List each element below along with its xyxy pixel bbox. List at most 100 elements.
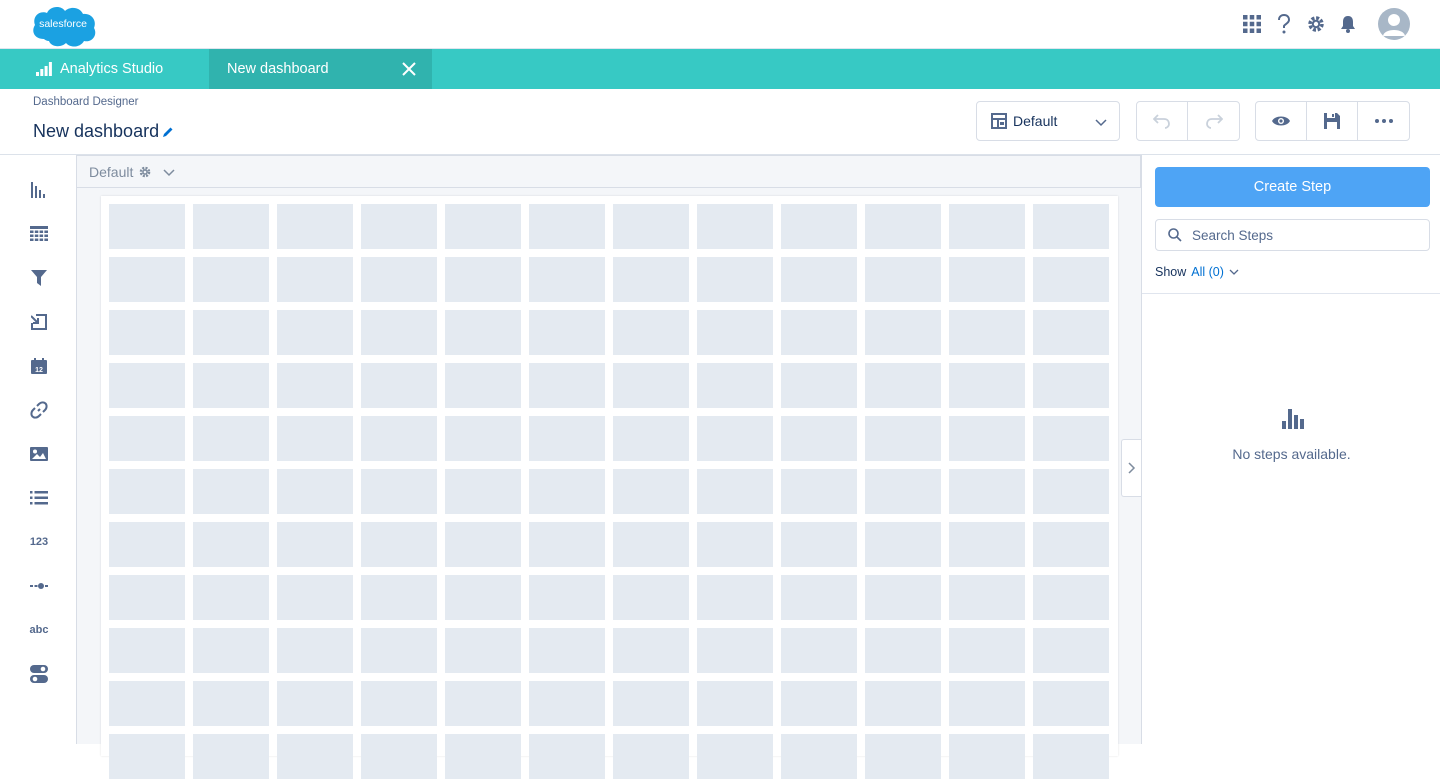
collapse-panel-tab[interactable] (1121, 439, 1141, 497)
grid-cell (1033, 416, 1109, 461)
grid-cell (361, 734, 437, 779)
grid-cell (949, 469, 1025, 514)
grid-cell (529, 310, 605, 355)
more-actions-button[interactable] (1358, 102, 1409, 140)
app-launcher-icon[interactable] (1236, 8, 1268, 40)
more-icon (1374, 119, 1393, 123)
grid-cell (1033, 734, 1109, 779)
grid-cell (613, 575, 689, 620)
chevron-down-icon[interactable] (1229, 267, 1239, 277)
grid-cell (613, 522, 689, 567)
grid-cell (193, 363, 269, 408)
chevron-down-icon[interactable] (163, 166, 175, 178)
save-button[interactable] (1307, 102, 1358, 140)
grid-cell (193, 681, 269, 726)
grid-cell (361, 204, 437, 249)
grid-cell (949, 522, 1025, 567)
calendar-icon: 12 (31, 358, 47, 374)
grid-cell (109, 734, 185, 779)
image-widget[interactable] (24, 439, 54, 469)
grid-cell (865, 204, 941, 249)
setup-gear-icon[interactable] (1300, 8, 1332, 40)
grid-cell (613, 204, 689, 249)
list-selector-icon (31, 314, 47, 330)
user-avatar-icon[interactable] (1378, 8, 1410, 40)
edit-title-icon[interactable] (162, 126, 174, 138)
grid-cell (1033, 469, 1109, 514)
grid-cell (697, 204, 773, 249)
save-icon (1324, 113, 1340, 129)
grid-cell (109, 628, 185, 673)
chart-widget[interactable] (24, 175, 54, 205)
close-tab-icon[interactable] (402, 62, 416, 76)
grid-cell (1033, 310, 1109, 355)
layout-select-value: Default (1013, 113, 1058, 129)
number-widget[interactable]: 123 (24, 527, 54, 557)
list-icon (30, 491, 48, 505)
grid-cell (1033, 681, 1109, 726)
grid-cell (697, 628, 773, 673)
salesforce-logo[interactable]: salesforce (30, 3, 98, 49)
toggle-widget[interactable] (24, 307, 54, 337)
grid-cell (781, 681, 857, 726)
grid-cell (445, 575, 521, 620)
grid-cell (781, 310, 857, 355)
analytics-bars-icon (36, 62, 52, 76)
date-widget[interactable]: 12 (24, 351, 54, 381)
grid-cell (865, 681, 941, 726)
grid-cell (445, 628, 521, 673)
grid-cell (781, 628, 857, 673)
grid-cell (529, 681, 605, 726)
redo-button[interactable] (1188, 102, 1239, 140)
show-filter-value[interactable]: All (0) (1191, 265, 1224, 279)
search-steps-field[interactable] (1155, 219, 1430, 251)
link-widget[interactable] (24, 395, 54, 425)
grid-cell (697, 257, 773, 302)
range-widget[interactable] (24, 571, 54, 601)
grid-cell (781, 469, 857, 514)
table-widget[interactable] (24, 219, 54, 249)
grid-cell (613, 257, 689, 302)
grid-cell (361, 257, 437, 302)
show-label: Show (1155, 265, 1187, 279)
grid-cell (697, 469, 773, 514)
undo-button[interactable] (1137, 102, 1188, 140)
grid-cell (277, 363, 353, 408)
grid-cell (781, 363, 857, 408)
grid-cell (949, 681, 1025, 726)
grid-cell (529, 628, 605, 673)
grid-cell (613, 628, 689, 673)
tab-new-dashboard[interactable]: New dashboard (209, 49, 432, 89)
grid-cell (949, 734, 1025, 779)
filter-widget[interactable] (24, 263, 54, 293)
grid-cell (781, 416, 857, 461)
app-name[interactable]: Analytics Studio (36, 49, 163, 89)
toggle-switch-widget[interactable] (24, 659, 54, 689)
grid-cell (193, 734, 269, 779)
layout-select[interactable]: Default (976, 101, 1120, 141)
grid-cell (865, 734, 941, 779)
help-icon[interactable] (1268, 8, 1300, 40)
grid-cell (949, 628, 1025, 673)
dashboard-canvas: Default (77, 155, 1141, 779)
grid-cell (277, 416, 353, 461)
grid-cell (109, 522, 185, 567)
page-header: Dashboard Designer New dashboard Default (0, 89, 1440, 155)
gear-icon[interactable] (139, 166, 151, 178)
grid-cell (277, 575, 353, 620)
tab-label: New dashboard (227, 61, 329, 77)
preview-button[interactable] (1256, 102, 1307, 140)
grid-cell (1033, 628, 1109, 673)
grid-cell (697, 416, 773, 461)
canvas-board[interactable] (101, 196, 1118, 779)
grid-cell (865, 575, 941, 620)
create-step-button[interactable]: Create Step (1155, 167, 1430, 207)
notification-bell-icon[interactable] (1332, 8, 1364, 40)
grid-cell (529, 522, 605, 567)
search-steps-input[interactable] (1192, 227, 1412, 243)
canvas-layout-selector[interactable]: Default (89, 164, 175, 180)
canvas-layout-label: Default (89, 164, 134, 180)
list-widget[interactable] (24, 483, 54, 513)
grid-cell (1033, 204, 1109, 249)
text-widget[interactable]: abc (24, 615, 54, 645)
